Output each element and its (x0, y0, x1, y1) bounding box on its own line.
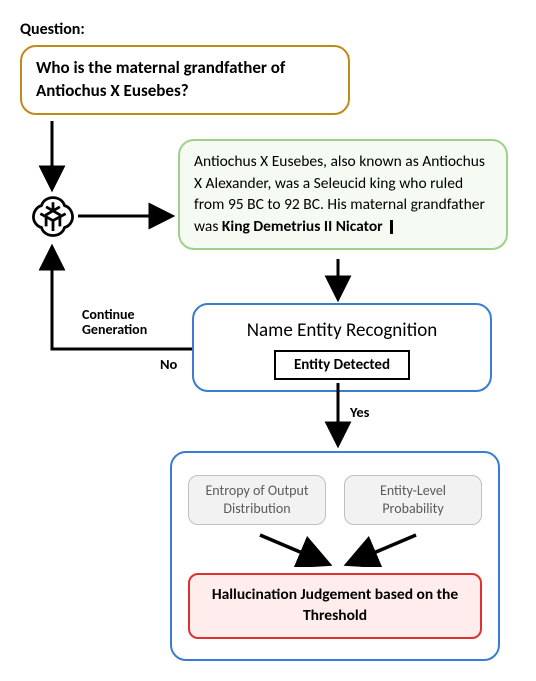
section-label: Question: (20, 20, 516, 39)
question-box: Who is the maternal grandfather of Antio… (20, 45, 350, 115)
branch-no-label: No (160, 355, 177, 373)
judge-arrows-icon (188, 533, 488, 567)
question-text: Who is the maternal grandfather of Antio… (36, 57, 285, 101)
arrows-layer (20, 121, 520, 451)
judge-input-entity-prob: Entity-Level Probability (344, 475, 482, 525)
judge-box: Entropy of Output Distribution Entity-Le… (170, 451, 500, 661)
continue-generation-label: Continue Generation (82, 307, 162, 338)
judge-result: Hallucination Judgement based on the Thr… (188, 573, 482, 639)
judge-input-entropy: Entropy of Output Distribution (188, 475, 326, 525)
branch-yes-label: Yes (350, 403, 369, 421)
